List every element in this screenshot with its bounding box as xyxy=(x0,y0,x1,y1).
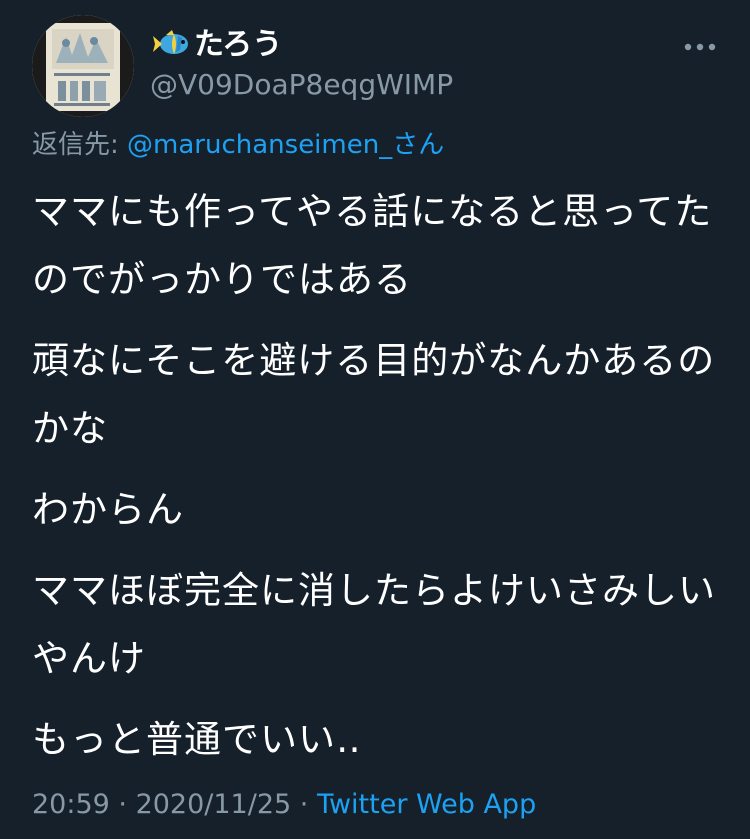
tweet-paragraph: 頑なにそこを避ける目的がなんかあるのかな xyxy=(32,339,716,450)
tweet-paragraph: わからん xyxy=(32,488,184,531)
reply-mention-link[interactable]: @maruchanseimen_さん xyxy=(127,130,444,160)
avatar[interactable] xyxy=(32,15,134,117)
tweet-metadata: 20:59 · 2020/11/25 · Twitter Web App xyxy=(32,787,536,823)
tweet-container: たろう @V09DoaP8eqgWIMP 返信先: @maruchanseime… xyxy=(0,0,750,839)
tweet-time[interactable]: 20:59 xyxy=(32,789,110,820)
tropical-fish-icon xyxy=(153,30,188,54)
tweet-text: ママにも作ってやる話になると思ってたのでがっかりではある 頑なにそこを避ける目的… xyxy=(32,178,722,787)
reply-to-line: 返信先: @maruchanseimen_さん xyxy=(32,128,444,162)
avatar-image xyxy=(32,15,134,117)
meta-separator: · xyxy=(109,789,136,820)
meta-separator: · xyxy=(291,789,317,820)
tweet-paragraph: ママにも作ってやる話になると思ってたのでがっかりではある xyxy=(32,190,713,301)
tweet-paragraph: もっと普通でいい‥ xyxy=(32,718,362,761)
display-name[interactable]: たろう xyxy=(194,26,282,64)
reply-prefix: 返信先: xyxy=(32,130,128,160)
tweet-paragraph: ママほぼ完全に消したらよけいさみしいやんけ xyxy=(32,569,716,680)
source-link[interactable]: Twitter Web App xyxy=(317,789,536,820)
more-options-icon[interactable] xyxy=(680,34,720,60)
user-handle[interactable]: @V09DoaP8eqgWIMP xyxy=(150,68,453,102)
tweet-date[interactable]: 2020/11/25 xyxy=(136,789,292,820)
